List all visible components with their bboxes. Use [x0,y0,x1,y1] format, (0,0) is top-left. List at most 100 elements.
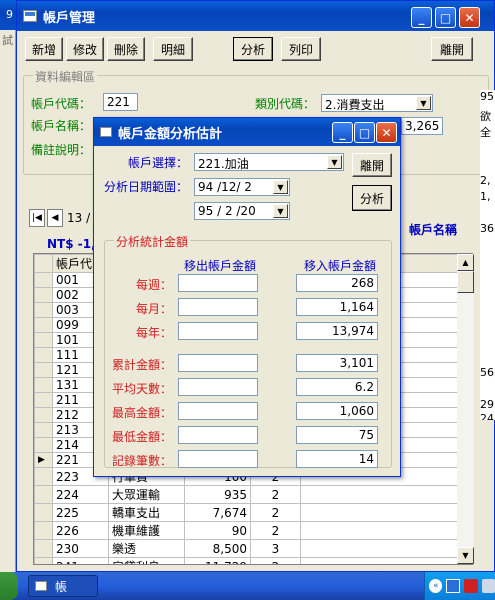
cell-code[interactable]: 230 [52,539,109,558]
analyze-button[interactable]: 分析 [233,37,273,61]
cell-name[interactable]: 大眾運輸 [108,485,185,504]
stats-out-field[interactable] [178,450,258,468]
add-button[interactable]: 新增 [25,37,63,61]
exit-button[interactable]: 離開 [431,37,473,61]
network-icon[interactable] [446,579,461,593]
table-row[interactable]: 225 轎車支出 7,674 2 [34,503,472,522]
cell-amount[interactable]: 8,500 [184,539,251,558]
row-indicator[interactable] [34,407,53,423]
cell-extra[interactable] [300,485,472,504]
dialog-close-button[interactable]: ✕ [376,122,397,143]
cell-count[interactable]: 3 [250,539,301,558]
stats-out-field[interactable] [178,298,258,316]
row-indicator[interactable] [34,302,53,318]
cell-extra[interactable] [300,521,472,540]
category-select[interactable]: 2.消費支出 ▼ [321,94,433,112]
chevron-down-icon[interactable]: ▼ [327,155,342,169]
chevron-down-icon[interactable]: ▼ [416,96,431,110]
row-indicator[interactable] [34,503,53,522]
edit-button[interactable]: 修改 [66,37,104,61]
stats-in-field[interactable]: 13,974 [296,322,378,340]
stats-in-field[interactable]: 1,164 [296,298,378,316]
security-icon[interactable] [464,579,478,593]
cell-amount[interactable]: 935 [184,485,251,504]
row-indicator[interactable] [34,392,53,408]
stats-in-field[interactable]: 75 [296,426,378,444]
cell-amount[interactable]: 11,729 [184,557,251,564]
account-code-field[interactable]: 221 [103,93,138,111]
stats-in-field[interactable]: 1,060 [296,402,378,420]
nav-prev-button[interactable]: ◀ [47,209,63,227]
row-indicator[interactable] [34,332,53,348]
cell-code[interactable]: 224 [52,485,109,504]
dialog-minimize-button[interactable]: _ [332,122,353,143]
cell-amount[interactable]: 90 [184,521,251,540]
cell-name[interactable]: 樂透 [108,539,185,558]
dialog-maximize-button[interactable]: □ [354,122,375,143]
stats-out-field[interactable] [178,426,258,444]
nav-first-button[interactable]: |◀ [29,209,45,227]
row-indicator[interactable] [34,362,53,378]
stats-out-field[interactable] [178,378,258,396]
row-indicator[interactable] [34,272,53,288]
cell-name[interactable]: 機車維護 [108,521,185,540]
close-button[interactable]: ✕ [459,7,480,28]
row-indicator[interactable] [34,317,53,333]
print-button[interactable]: 列印 [281,37,321,61]
cell-count[interactable]: 2 [250,485,301,504]
row-indicator[interactable] [34,347,53,363]
taskbar-task[interactable]: 帳 [28,575,98,597]
row-indicator[interactable] [34,377,53,393]
table-row[interactable]: 241房貸利息11,7292 [34,557,472,564]
table-row[interactable]: 230 樂透 8,500 3 [34,539,472,558]
cell-extra[interactable] [300,503,472,522]
cell-code[interactable]: 226 [52,521,109,540]
grid-scrollbar[interactable]: ▲ ▼ [457,254,474,564]
row-indicator[interactable] [34,422,53,438]
volume-icon[interactable] [481,579,495,593]
scroll-down-icon[interactable]: ▼ [457,547,474,564]
cell-amount[interactable]: 7,674 [184,503,251,522]
row-indicator[interactable] [34,287,53,303]
row-indicator[interactable] [34,521,53,540]
dialog-analyze-button[interactable]: 分析 [352,185,392,211]
row-indicator[interactable] [34,539,53,558]
cell-code[interactable]: 225 [52,503,109,522]
start-button-edge[interactable] [0,572,18,600]
stats-out-field[interactable] [178,354,258,372]
tray-chevron-icon[interactable]: « [429,579,443,593]
dialog-close-action-button[interactable]: 離開 [352,153,392,177]
stats-out-field[interactable] [178,402,258,420]
cell-name[interactable]: 房貸利息 [108,557,185,564]
row-indicator[interactable] [34,437,53,453]
minimize-button[interactable]: _ [411,7,432,28]
stats-out-field[interactable] [178,322,258,340]
table-row[interactable]: 226 機車維護 90 2 [34,521,472,540]
date-to-picker[interactable]: 95 / 2 /20 ▼ [194,202,290,220]
cell-count[interactable]: 2 [250,503,301,522]
cell-name[interactable]: 轎車支出 [108,503,185,522]
row-indicator[interactable] [34,467,53,486]
chevron-down-icon[interactable]: ▼ [273,180,288,194]
cell-extra[interactable] [300,557,472,564]
account-select[interactable]: 221.加油 ▼ [194,153,344,171]
cell-count[interactable]: 2 [250,521,301,540]
table-row[interactable]: 224 大眾運輸 935 2 [34,485,472,504]
row-indicator[interactable] [34,485,53,504]
stats-out-field[interactable] [178,274,258,292]
row-indicator[interactable]: ▶ [34,452,53,468]
stats-in-field[interactable]: 6.2 [296,378,378,396]
date-from-picker[interactable]: 94 /12/ 2 ▼ [194,178,290,196]
scroll-thumb[interactable] [457,271,474,293]
cell-code[interactable]: 241 [52,557,109,564]
stats-in-field[interactable]: 268 [296,274,378,292]
cell-count[interactable]: 2 [250,557,301,564]
maximize-button[interactable]: □ [435,7,456,28]
stats-in-field[interactable]: 14 [296,450,378,468]
scroll-up-icon[interactable]: ▲ [457,254,474,271]
delete-button[interactable]: 刪除 [107,37,145,61]
row-indicator[interactable] [34,557,53,564]
chevron-down-icon[interactable]: ▼ [273,204,288,218]
detail-button[interactable]: 明細 [153,37,193,61]
stats-in-field[interactable]: 3,101 [296,354,378,372]
